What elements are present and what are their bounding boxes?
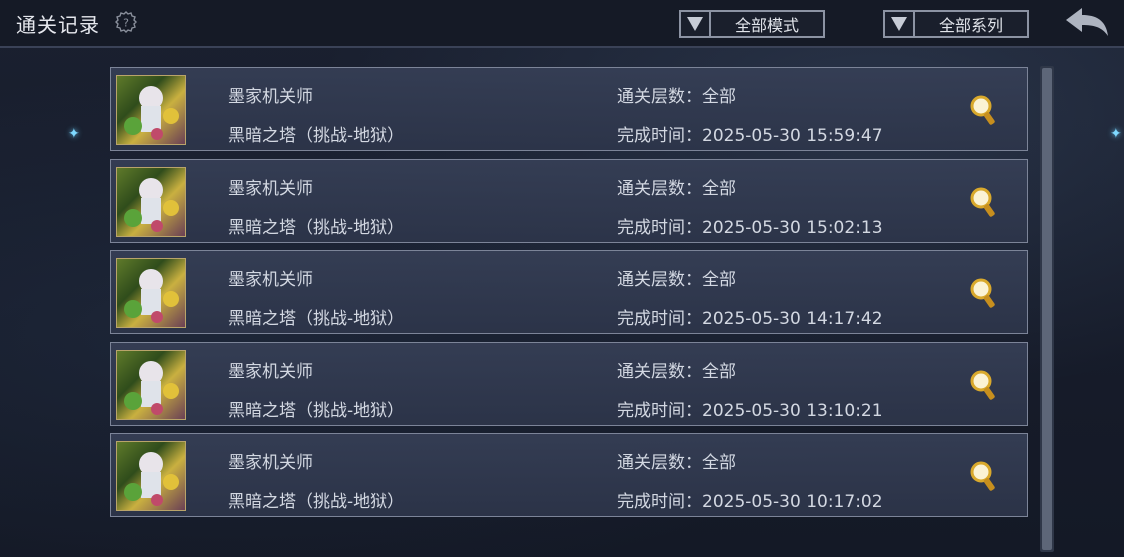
top-bar: 通关记录 ? 全部模式 全部系列 xyxy=(0,0,1124,48)
completion-time: 完成时间：2025-05-30 15:59:47 xyxy=(617,126,883,146)
character-avatar xyxy=(116,75,186,145)
stage-name: 黑暗之塔（挑战-地狱） xyxy=(228,492,405,512)
record-list: 墨家机关师 黑暗之塔（挑战-地狱） 通关层数：全部 完成时间：2025-05-3… xyxy=(110,67,1030,525)
cleared-floors: 通关层数：全部 xyxy=(617,361,736,382)
cleared-floors: 通关层数：全部 xyxy=(617,453,736,473)
list-scrollbar[interactable] xyxy=(1040,66,1054,552)
cleared-floors: 通关层数：全部 xyxy=(617,270,736,290)
mode-dropdown-label: 全部模式 xyxy=(734,16,799,35)
series-dropdown-label: 全部系列 xyxy=(938,16,1003,35)
stage-name: 黑暗之塔（挑战-地狱） xyxy=(228,400,405,421)
character-name: 墨家机关师 xyxy=(228,361,313,382)
completion-time: 完成时间：2025-05-30 10:17:02 xyxy=(617,492,883,512)
character-name: 墨家机关师 xyxy=(228,270,313,290)
record-row: 墨家机关师 黑暗之塔（挑战-地狱） 通关层数：全部 完成时间：2025-05-3… xyxy=(110,433,1028,517)
help-icon[interactable]: ? xyxy=(115,11,137,33)
character-name: 墨家机关师 xyxy=(228,453,313,473)
character-avatar xyxy=(116,349,186,420)
completion-time: 完成时间：2025-05-30 15:02:13 xyxy=(617,217,883,238)
character-avatar xyxy=(116,166,186,237)
magnifier-icon[interactable] xyxy=(969,186,999,220)
record-row: 墨家机关师 黑暗之塔（挑战-地狱） 通关层数：全部 完成时间：2025-05-3… xyxy=(110,67,1028,151)
completion-time: 完成时间：2025-05-30 13:10:21 xyxy=(617,400,883,421)
completion-time: 完成时间：2025-05-30 14:17:42 xyxy=(617,309,883,329)
star-decoration: ✦ xyxy=(68,126,80,142)
page-title: 通关记录 xyxy=(16,13,100,37)
svg-text:?: ? xyxy=(123,17,129,30)
character-name: 墨家机关师 xyxy=(228,178,313,199)
character-avatar xyxy=(116,258,186,328)
stage-name: 黑暗之塔（挑战-地狱） xyxy=(228,126,405,146)
stage-name: 黑暗之塔（挑战-地狱） xyxy=(228,217,405,238)
magnifier-icon[interactable] xyxy=(969,277,999,311)
stage-name: 黑暗之塔（挑战-地狱） xyxy=(228,309,405,329)
magnifier-icon[interactable] xyxy=(969,369,999,403)
cleared-floors: 通关层数：全部 xyxy=(617,178,736,199)
record-row: 墨家机关师 黑暗之塔（挑战-地狱） 通关层数：全部 完成时间：2025-05-3… xyxy=(110,341,1028,426)
scrollbar-thumb[interactable] xyxy=(1042,68,1052,550)
star-decoration: ✦ xyxy=(1110,126,1122,142)
record-row: 墨家机关师 黑暗之塔（挑战-地狱） 通关层数：全部 完成时间：2025-05-3… xyxy=(110,158,1028,243)
magnifier-icon[interactable] xyxy=(969,94,999,128)
triangle-down-icon xyxy=(681,12,711,36)
back-arrow-icon[interactable] xyxy=(1064,6,1110,40)
cleared-floors: 通关层数：全部 xyxy=(617,87,736,107)
series-dropdown[interactable]: 全部系列 xyxy=(883,10,1029,38)
triangle-down-icon xyxy=(885,12,915,36)
character-avatar xyxy=(116,441,186,511)
record-row: 墨家机关师 黑暗之塔（挑战-地狱） 通关层数：全部 完成时间：2025-05-3… xyxy=(110,250,1028,334)
magnifier-icon[interactable] xyxy=(969,460,999,494)
mode-dropdown[interactable]: 全部模式 xyxy=(679,10,825,38)
character-name: 墨家机关师 xyxy=(228,87,313,107)
